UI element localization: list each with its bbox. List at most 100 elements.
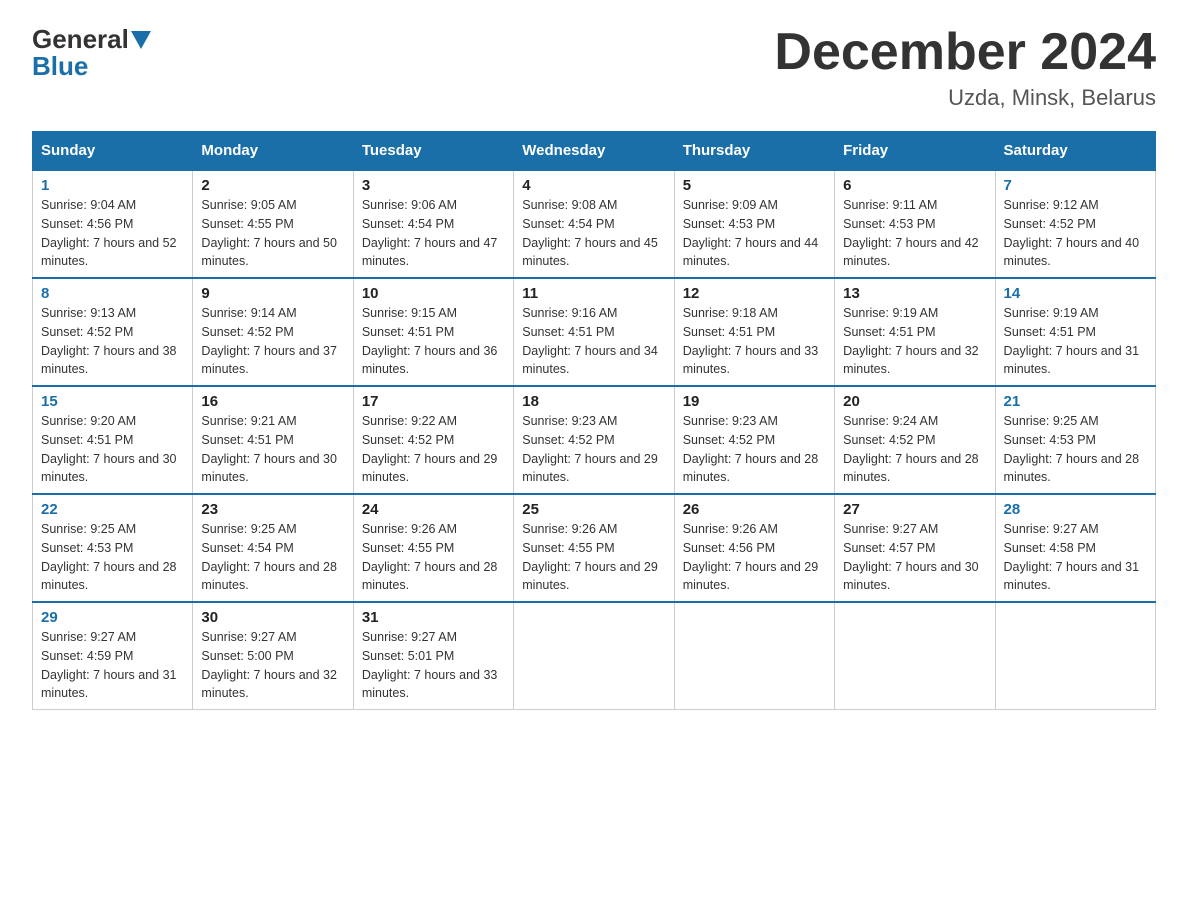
day-info: Sunrise: 9:22 AMSunset: 4:52 PMDaylight:… (362, 412, 505, 487)
day-info: Sunrise: 9:11 AMSunset: 4:53 PMDaylight:… (843, 196, 986, 271)
day-number: 27 (843, 501, 986, 518)
day-info: Sunrise: 9:23 AMSunset: 4:52 PMDaylight:… (683, 412, 826, 487)
empty-cell (674, 602, 834, 710)
day-cell-1: 1 Sunrise: 9:04 AMSunset: 4:56 PMDaylight… (33, 170, 193, 278)
day-cell-19: 19 Sunrise: 9:23 AMSunset: 4:52 PMDayligh… (674, 386, 834, 494)
day-number: 1 (41, 177, 184, 194)
day-number: 19 (683, 393, 826, 410)
day-number: 17 (362, 393, 505, 410)
day-info: Sunrise: 9:04 AMSunset: 4:56 PMDaylight:… (41, 196, 184, 271)
day-number: 24 (362, 501, 505, 518)
day-info: Sunrise: 9:26 AMSunset: 4:56 PMDaylight:… (683, 520, 826, 595)
day-info: Sunrise: 9:09 AMSunset: 4:53 PMDaylight:… (683, 196, 826, 271)
week-row-3: 15 Sunrise: 9:20 AMSunset: 4:51 PMDayligh… (33, 386, 1156, 494)
day-cell-6: 6 Sunrise: 9:11 AMSunset: 4:53 PMDaylight… (835, 170, 995, 278)
day-number: 16 (201, 393, 344, 410)
day-info: Sunrise: 9:27 AMSunset: 5:01 PMDaylight:… (362, 628, 505, 703)
day-cell-26: 26 Sunrise: 9:26 AMSunset: 4:56 PMDayligh… (674, 494, 834, 602)
day-cell-15: 15 Sunrise: 9:20 AMSunset: 4:51 PMDayligh… (33, 386, 193, 494)
day-number: 28 (1004, 501, 1147, 518)
week-row-1: 1 Sunrise: 9:04 AMSunset: 4:56 PMDaylight… (33, 170, 1156, 278)
day-number: 5 (683, 177, 826, 194)
col-header-thursday: Thursday (674, 132, 834, 171)
calendar-table: SundayMondayTuesdayWednesdayThursdayFrid… (32, 131, 1156, 710)
day-cell-3: 3 Sunrise: 9:06 AMSunset: 4:54 PMDaylight… (353, 170, 513, 278)
day-info: Sunrise: 9:26 AMSunset: 4:55 PMDaylight:… (522, 520, 665, 595)
week-row-2: 8 Sunrise: 9:13 AMSunset: 4:52 PMDaylight… (33, 278, 1156, 386)
day-cell-29: 29 Sunrise: 9:27 AMSunset: 4:59 PMDayligh… (33, 602, 193, 710)
empty-cell (835, 602, 995, 710)
col-header-wednesday: Wednesday (514, 132, 674, 171)
day-cell-16: 16 Sunrise: 9:21 AMSunset: 4:51 PMDayligh… (193, 386, 353, 494)
col-header-sunday: Sunday (33, 132, 193, 171)
week-row-5: 29 Sunrise: 9:27 AMSunset: 4:59 PMDayligh… (33, 602, 1156, 710)
day-number: 29 (41, 609, 184, 626)
day-number: 3 (362, 177, 505, 194)
day-cell-7: 7Sunrise: 9:12 AMSunset: 4:52 PMDaylight… (995, 170, 1155, 278)
day-cell-20: 20 Sunrise: 9:24 AMSunset: 4:52 PMDayligh… (835, 386, 995, 494)
day-cell-24: 24 Sunrise: 9:26 AMSunset: 4:55 PMDayligh… (353, 494, 513, 602)
day-cell-13: 13Sunrise: 9:19 AMSunset: 4:51 PMDayligh… (835, 278, 995, 386)
day-number: 11 (522, 285, 665, 302)
day-number: 21 (1004, 393, 1147, 410)
day-cell-21: 21Sunrise: 9:25 AMSunset: 4:53 PMDayligh… (995, 386, 1155, 494)
day-info: Sunrise: 9:27 AMSunset: 4:59 PMDaylight:… (41, 628, 184, 703)
page-header: General Blue December 2024 Uzda, Minsk, … (32, 24, 1156, 111)
day-number: 26 (683, 501, 826, 518)
logo-triangle-icon (131, 31, 151, 49)
day-cell-5: 5 Sunrise: 9:09 AMSunset: 4:53 PMDaylight… (674, 170, 834, 278)
day-number: 23 (201, 501, 344, 518)
day-cell-17: 17 Sunrise: 9:22 AMSunset: 4:52 PMDayligh… (353, 386, 513, 494)
empty-cell (995, 602, 1155, 710)
day-cell-18: 18 Sunrise: 9:23 AMSunset: 4:52 PMDayligh… (514, 386, 674, 494)
day-info: Sunrise: 9:08 AMSunset: 4:54 PMDaylight:… (522, 196, 665, 271)
day-number: 9 (201, 285, 344, 302)
calendar-header-row: SundayMondayTuesdayWednesdayThursdayFrid… (33, 132, 1156, 171)
day-info: Sunrise: 9:27 AMSunset: 4:57 PMDaylight:… (843, 520, 986, 595)
day-info: Sunrise: 9:20 AMSunset: 4:51 PMDaylight:… (41, 412, 184, 487)
day-cell-30: 30 Sunrise: 9:27 AMSunset: 5:00 PMDayligh… (193, 602, 353, 710)
day-info: Sunrise: 9:13 AMSunset: 4:52 PMDaylight:… (41, 304, 184, 379)
col-header-tuesday: Tuesday (353, 132, 513, 171)
day-number: 14 (1004, 285, 1147, 302)
day-number: 18 (522, 393, 665, 410)
day-cell-9: 9 Sunrise: 9:14 AMSunset: 4:52 PMDaylight… (193, 278, 353, 386)
day-info: Sunrise: 9:19 AMSunset: 4:51 PMDaylight:… (843, 304, 986, 379)
day-info: Sunrise: 9:12 AMSunset: 4:52 PMDaylight:… (1004, 196, 1147, 271)
day-number: 4 (522, 177, 665, 194)
day-info: Sunrise: 9:14 AMSunset: 4:52 PMDaylight:… (201, 304, 344, 379)
day-info: Sunrise: 9:16 AMSunset: 4:51 PMDaylight:… (522, 304, 665, 379)
day-info: Sunrise: 9:24 AMSunset: 4:52 PMDaylight:… (843, 412, 986, 487)
day-number: 6 (843, 177, 986, 194)
day-number: 8 (41, 285, 184, 302)
day-cell-23: 23 Sunrise: 9:25 AMSunset: 4:54 PMDayligh… (193, 494, 353, 602)
day-info: Sunrise: 9:26 AMSunset: 4:55 PMDaylight:… (362, 520, 505, 595)
day-number: 15 (41, 393, 184, 410)
day-info: Sunrise: 9:27 AMSunset: 4:58 PMDaylight:… (1004, 520, 1147, 595)
day-info: Sunrise: 9:25 AMSunset: 4:53 PMDaylight:… (41, 520, 184, 595)
day-number: 2 (201, 177, 344, 194)
day-cell-11: 11 Sunrise: 9:16 AMSunset: 4:51 PMDayligh… (514, 278, 674, 386)
day-cell-12: 12 Sunrise: 9:18 AMSunset: 4:51 PMDayligh… (674, 278, 834, 386)
day-number: 30 (201, 609, 344, 626)
day-info: Sunrise: 9:18 AMSunset: 4:51 PMDaylight:… (683, 304, 826, 379)
day-number: 22 (41, 501, 184, 518)
day-cell-28: 28 Sunrise: 9:27 AMSunset: 4:58 PMDayligh… (995, 494, 1155, 602)
logo: General Blue (32, 24, 153, 82)
logo-blue: Blue (32, 51, 88, 82)
day-number: 20 (843, 393, 986, 410)
col-header-monday: Monday (193, 132, 353, 171)
day-cell-2: 2Sunrise: 9:05 AMSunset: 4:55 PMDaylight… (193, 170, 353, 278)
day-info: Sunrise: 9:23 AMSunset: 4:52 PMDaylight:… (522, 412, 665, 487)
day-info: Sunrise: 9:06 AMSunset: 4:54 PMDaylight:… (362, 196, 505, 271)
day-info: Sunrise: 9:25 AMSunset: 4:54 PMDaylight:… (201, 520, 344, 595)
title-block: December 2024 Uzda, Minsk, Belarus (774, 24, 1156, 111)
day-info: Sunrise: 9:15 AMSunset: 4:51 PMDaylight:… (362, 304, 505, 379)
day-info: Sunrise: 9:21 AMSunset: 4:51 PMDaylight:… (201, 412, 344, 487)
day-cell-10: 10Sunrise: 9:15 AMSunset: 4:51 PMDayligh… (353, 278, 513, 386)
day-info: Sunrise: 9:27 AMSunset: 5:00 PMDaylight:… (201, 628, 344, 703)
month-title: December 2024 (774, 24, 1156, 81)
col-header-saturday: Saturday (995, 132, 1155, 171)
day-cell-22: 22 Sunrise: 9:25 AMSunset: 4:53 PMDayligh… (33, 494, 193, 602)
day-number: 12 (683, 285, 826, 302)
